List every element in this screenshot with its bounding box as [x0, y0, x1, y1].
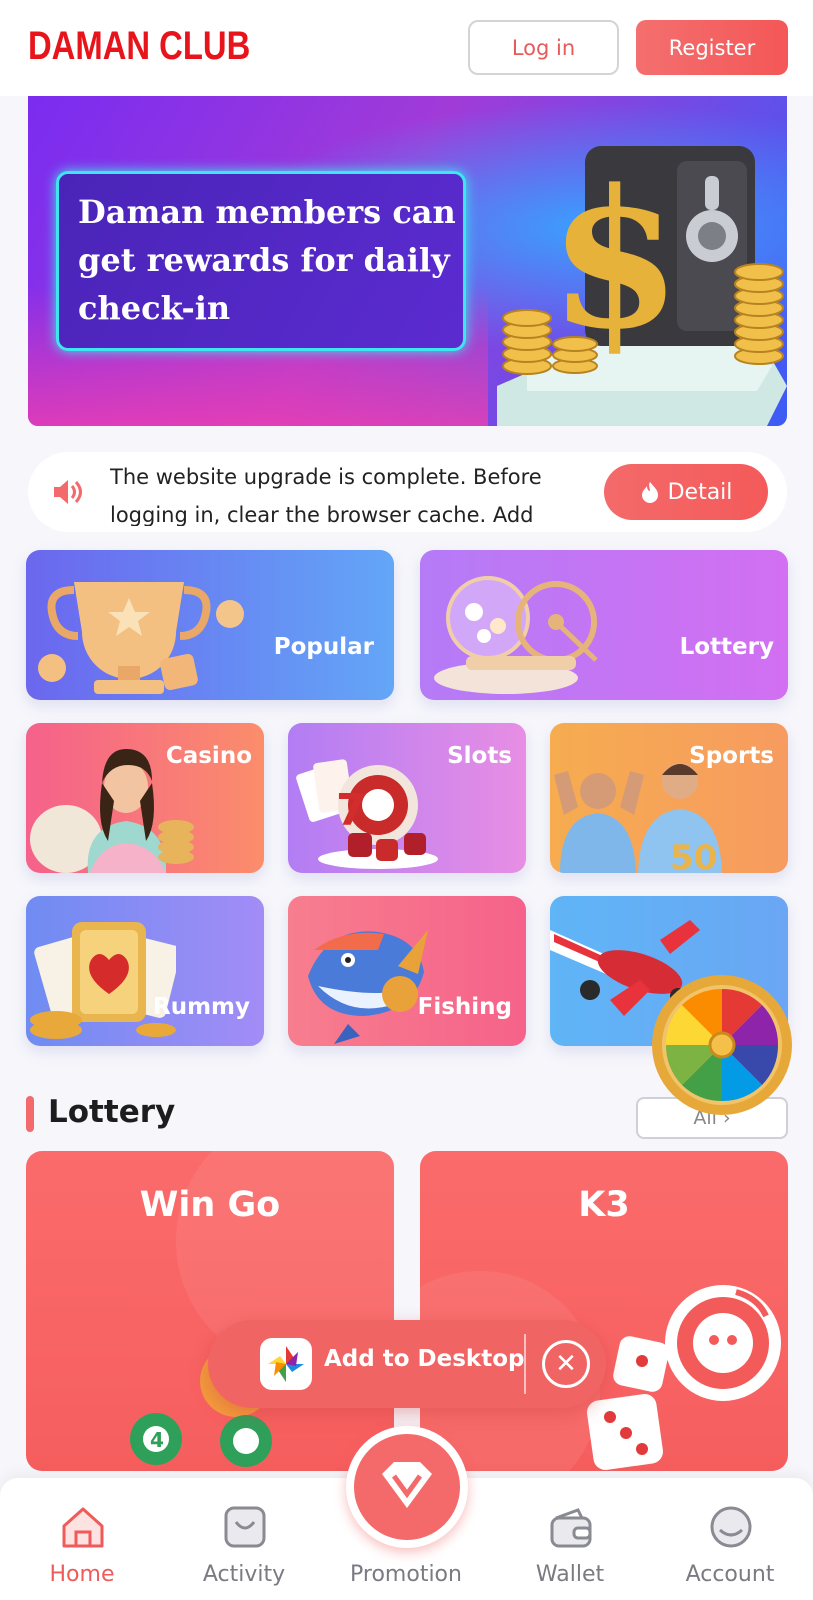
lucky-wheel-icon[interactable] [649, 972, 795, 1118]
slots-label: Slots [447, 743, 512, 769]
nav-account-label: Account [685, 1562, 775, 1587]
lottery-machine-icon [434, 576, 598, 694]
category-slots[interactable]: 7 Slots [288, 723, 526, 873]
svg-text:7: 7 [336, 785, 367, 836]
category-sports[interactable]: 50 Sports [550, 723, 788, 873]
speaker-icon [54, 480, 82, 504]
lottery-label: Lottery [679, 634, 774, 660]
lottery-section-title: Lottery [48, 1094, 176, 1130]
category-fishing[interactable]: Fishing [288, 896, 526, 1046]
category-casino[interactable]: Casino [26, 723, 264, 873]
svg-text:50: 50 [670, 838, 717, 873]
notice-bar: The website upgrade is complete. Before … [28, 452, 787, 532]
app-logo-icon [260, 1338, 312, 1390]
category-popular[interactable]: Popular [26, 550, 394, 700]
notice-text: The website upgrade is complete. Before … [110, 465, 542, 526]
casino-label: Casino [165, 743, 252, 769]
customer-service-icon[interactable] [662, 1282, 784, 1404]
nav-activity-label: Activity [202, 1562, 286, 1587]
register-button[interactable]: Register [636, 20, 788, 75]
login-button[interactable]: Log in [468, 20, 619, 75]
game-card-win-go[interactable]: Win Go 4 [26, 1151, 394, 1471]
add-to-desktop-banner[interactable]: Add to Desktop ✕ [208, 1320, 606, 1408]
home-icon [62, 1507, 104, 1548]
nav-home[interactable]: Home [12, 1478, 152, 1600]
divider [524, 1334, 526, 1394]
nav-wallet[interactable]: Wallet [500, 1478, 640, 1600]
svg-text:4: 4 [150, 1428, 164, 1452]
close-icon[interactable]: ✕ [542, 1340, 590, 1388]
promo-banner[interactable]: Daman members can get rewards for daily … [28, 96, 787, 426]
diamond-icon [382, 1462, 432, 1508]
popular-label: Popular [273, 634, 374, 660]
section-accent-bar [26, 1096, 34, 1132]
app-header: DAMAN CLUB Log in Register [0, 0, 813, 96]
category-lottery[interactable]: Lottery [420, 550, 788, 700]
nav-activity[interactable]: Activity [174, 1478, 314, 1600]
daman-club-logo: DAMAN CLUB [28, 24, 251, 68]
account-icon [710, 1506, 752, 1548]
k3-title: K3 [578, 1185, 630, 1225]
shark-icon [308, 930, 428, 1044]
slot-roulette-icon: 7 [296, 759, 438, 869]
nav-home-label: Home [49, 1562, 115, 1587]
detail-label: Detail [667, 479, 733, 505]
sports-label: Sports [689, 743, 774, 769]
fire-icon [641, 482, 658, 503]
banner-headline: Daman members can get rewards for daily … [78, 193, 456, 327]
detail-button[interactable]: Detail [604, 464, 768, 520]
playing-cards-icon [30, 922, 176, 1039]
safe-with-coins-icon: $ [497, 146, 787, 426]
rummy-label: Rummy [152, 994, 250, 1020]
promotion-center-button[interactable] [346, 1426, 468, 1548]
wallet-icon [550, 1508, 592, 1548]
nav-promotion-label: Promotion [350, 1562, 462, 1587]
activity-icon [224, 1506, 266, 1548]
nav-account[interactable]: Account [660, 1478, 800, 1600]
trophy-icon [38, 582, 244, 694]
win-go-title: Win Go [139, 1185, 281, 1225]
add-to-desktop-label: Add to Desktop [324, 1346, 525, 1372]
fishing-label: Fishing [417, 994, 512, 1020]
category-rummy[interactable]: Rummy [26, 896, 264, 1046]
nav-wallet-label: Wallet [535, 1562, 605, 1587]
